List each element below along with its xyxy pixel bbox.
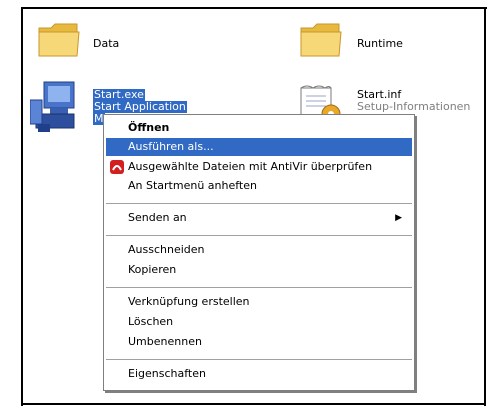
menu-item-label: Ausführen als... <box>128 140 214 153</box>
menu-item-rename[interactable]: Umbenennen <box>106 333 412 351</box>
menu-separator <box>106 359 412 360</box>
file-description: Setup-Informationen <box>357 100 471 113</box>
antivir-icon <box>110 160 124 174</box>
menu-item-label: Senden an <box>128 211 187 224</box>
menu-item-label: Eigenschaften <box>128 367 206 380</box>
file-description: Start Application <box>93 100 187 113</box>
menu-item-properties[interactable]: Eigenschaften <box>106 365 412 383</box>
menu-item-label: Ausschneiden <box>128 243 205 256</box>
menu-item-cut[interactable]: Ausschneiden <box>106 241 412 259</box>
computer-setup-icon <box>30 81 75 132</box>
menu-item-delete[interactable]: Löschen <box>106 313 412 331</box>
menu-item-label: Umbenennen <box>128 335 202 348</box>
folder-icon <box>38 23 80 57</box>
menu-item-label: Ausgewählte Dateien mit AntiVir überprüf… <box>128 160 373 173</box>
file-item-data[interactable]: Data <box>37 18 157 70</box>
menu-item-label: Verknüpfung erstellen <box>128 295 250 308</box>
window-border-right <box>484 7 486 406</box>
menu-item-send-to[interactable]: Senden an ▶ <box>106 209 412 227</box>
menu-item-label: Kopieren <box>128 263 177 276</box>
menu-separator <box>106 287 412 288</box>
menu-item-label: Öffnen <box>128 121 170 134</box>
menu-item-create-shortcut[interactable]: Verknüpfung erstellen <box>106 293 412 311</box>
file-name: Runtime <box>357 37 403 50</box>
menu-item-label: Löschen <box>128 315 174 328</box>
menu-separator <box>106 235 412 236</box>
menu-item-open[interactable]: Öffnen <box>106 119 412 137</box>
submenu-arrow-icon: ▶ <box>395 213 402 223</box>
menu-item-copy[interactable]: Kopieren <box>106 261 412 279</box>
menu-separator <box>106 203 412 204</box>
context-menu: Öffnen Ausführen als... Ausgewählte Date… <box>103 114 415 391</box>
file-name: Data <box>93 37 120 50</box>
menu-item-antivir-scan[interactable]: Ausgewählte Dateien mit AntiVir überprüf… <box>106 158 412 176</box>
folder-icon <box>300 23 342 57</box>
window-border-bottom <box>21 403 486 405</box>
menu-item-pin-start[interactable]: An Startmenü anheften <box>106 177 412 195</box>
menu-item-label: An Startmenü anheften <box>128 179 257 192</box>
menu-item-run-as[interactable]: Ausführen als... <box>106 138 412 156</box>
file-item-runtime[interactable]: Runtime <box>299 18 449 70</box>
